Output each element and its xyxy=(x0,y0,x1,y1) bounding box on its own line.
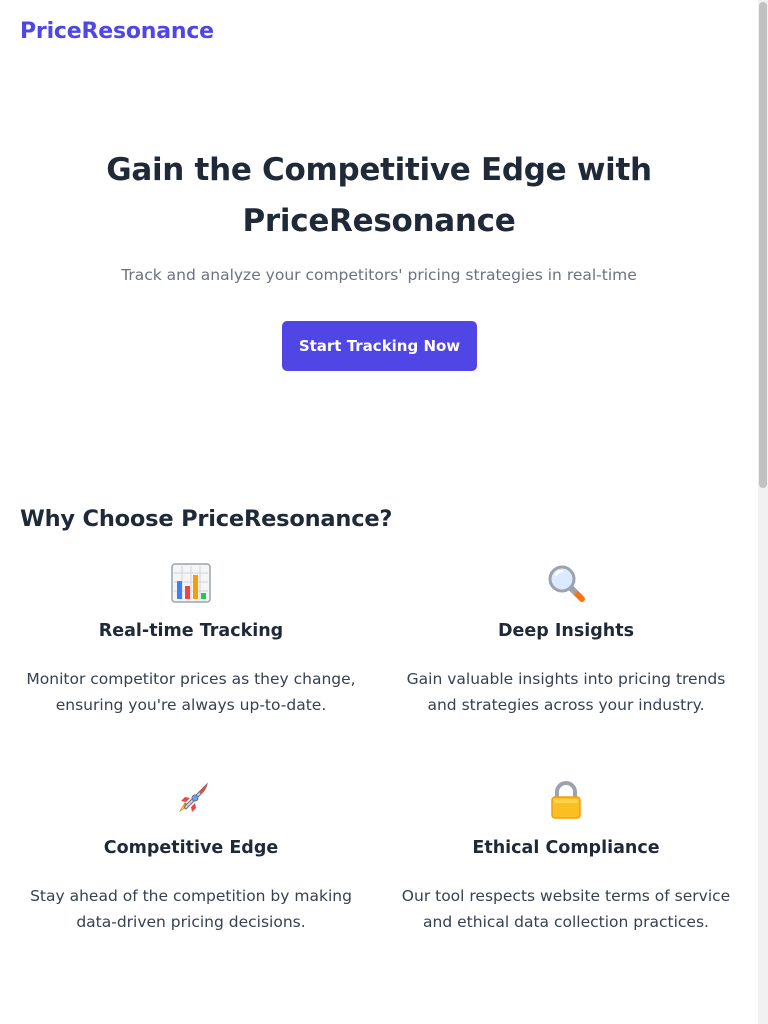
viewport: PriceResonance Gain the Competitive Edge… xyxy=(0,0,768,1024)
vertical-scrollbar[interactable] xyxy=(758,0,768,1024)
feature-title: Competitive Edge xyxy=(103,838,279,858)
feature-card-ethical-compliance: Ethical Compliance Our tool respects web… xyxy=(391,780,741,935)
feature-title: Deep Insights xyxy=(497,621,635,641)
feature-title: Ethical Compliance xyxy=(472,838,660,858)
feature-description: Gain valuable insights into pricing tren… xyxy=(406,670,726,714)
feature-description: Monitor competitor prices as they change… xyxy=(26,670,356,714)
feature-title: Real-time Tracking xyxy=(98,621,284,641)
bar-chart-icon xyxy=(171,563,211,603)
hero-subtitle: Track and analyze your competitors' pric… xyxy=(121,266,637,284)
hero-title: Gain the Competitive Edge with PriceReso… xyxy=(106,152,652,239)
brand-logo-link[interactable]: PriceResonance xyxy=(20,19,214,44)
feature-card-deep-insights: Deep Insights Gain valuable insights int… xyxy=(391,563,741,718)
scrollbar-thumb[interactable] xyxy=(759,2,767,488)
feature-card-competitive-edge: Competitive Edge Stay ahead of the compe… xyxy=(16,780,366,935)
features-section-title: Why Choose PriceResonance? xyxy=(20,506,393,532)
magnifying-glass-icon xyxy=(548,565,585,602)
feature-description: Our tool respects website terms of servi… xyxy=(401,887,731,931)
feature-description: Stay ahead of the competition by making … xyxy=(30,887,352,931)
lock-icon xyxy=(551,781,581,819)
rocket-icon xyxy=(179,782,208,812)
feature-card-real-time-tracking: Real-time Tracking Monitor competitor pr… xyxy=(16,563,366,718)
start-tracking-button[interactable]: Start Tracking Now xyxy=(282,321,477,371)
landing-page: PriceResonance Gain the Competitive Edge… xyxy=(0,0,758,1024)
